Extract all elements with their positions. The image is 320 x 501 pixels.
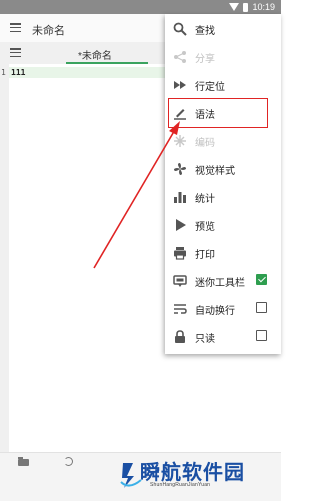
annotation-arrow — [93, 121, 180, 269]
